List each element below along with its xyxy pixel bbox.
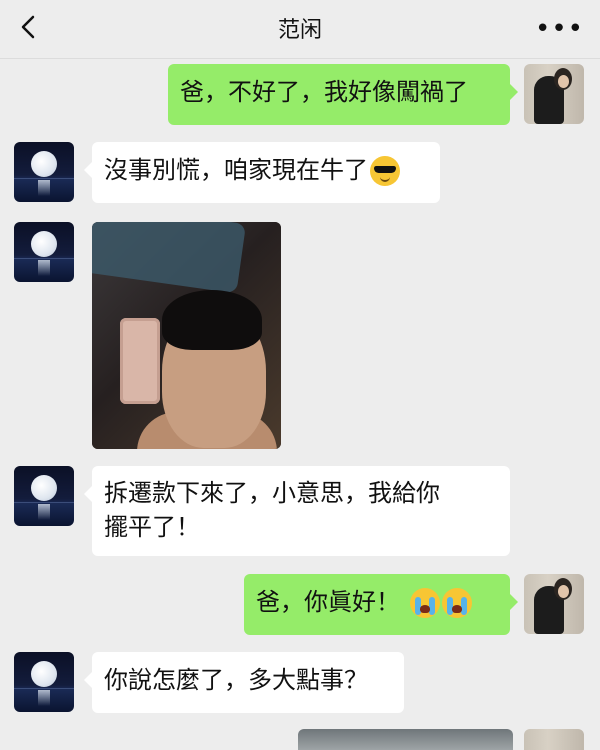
message-text: 爸，不好了，我好像闖禍了 xyxy=(180,78,468,106)
message-image[interactable] xyxy=(92,222,281,449)
more-dots-icon: ••• xyxy=(534,14,584,44)
more-button[interactable]: ••• xyxy=(535,14,584,44)
message-bubble-incoming[interactable]: 沒事別慌，咱家現在牛了 xyxy=(84,142,440,203)
message-text: 爸，你眞好！ xyxy=(256,588,400,616)
my-avatar[interactable] xyxy=(524,574,584,634)
contact-avatar[interactable] xyxy=(14,142,74,202)
message-text-line-1: 拆遷款下來了，小意思，我給你 xyxy=(104,479,440,507)
contact-avatar[interactable] xyxy=(14,652,74,712)
contact-avatar[interactable] xyxy=(14,466,74,526)
sunglasses-emoji-icon xyxy=(370,156,400,186)
message-bubble-outgoing[interactable]: 爸，不好了，我好像闖禍了 xyxy=(168,64,518,125)
message-text-line-2: 擺平了！ xyxy=(104,513,200,541)
message-text: 沒事別慌，咱家現在牛了 xyxy=(104,156,368,184)
message-bubble-incoming[interactable]: 你說怎麼了，多大點事？ xyxy=(84,652,404,713)
crying-emoji-icon xyxy=(441,588,472,618)
contact-avatar[interactable] xyxy=(14,222,74,282)
my-avatar[interactable] xyxy=(524,64,584,124)
chat-header: 范闲 ••• xyxy=(0,0,600,59)
message-bubble-incoming[interactable]: 拆遷款下來了，小意思，我給你 擺平了！ xyxy=(84,466,510,556)
my-avatar[interactable] xyxy=(524,729,584,750)
message-text: 你說怎麼了，多大點事？ xyxy=(104,666,368,694)
message-bubble-outgoing[interactable]: 爸，你眞好！ xyxy=(244,574,518,635)
message-image-partial[interactable] xyxy=(298,729,513,750)
chat-title: 范闲 xyxy=(277,18,322,43)
crying-emoji-icon xyxy=(409,588,440,618)
